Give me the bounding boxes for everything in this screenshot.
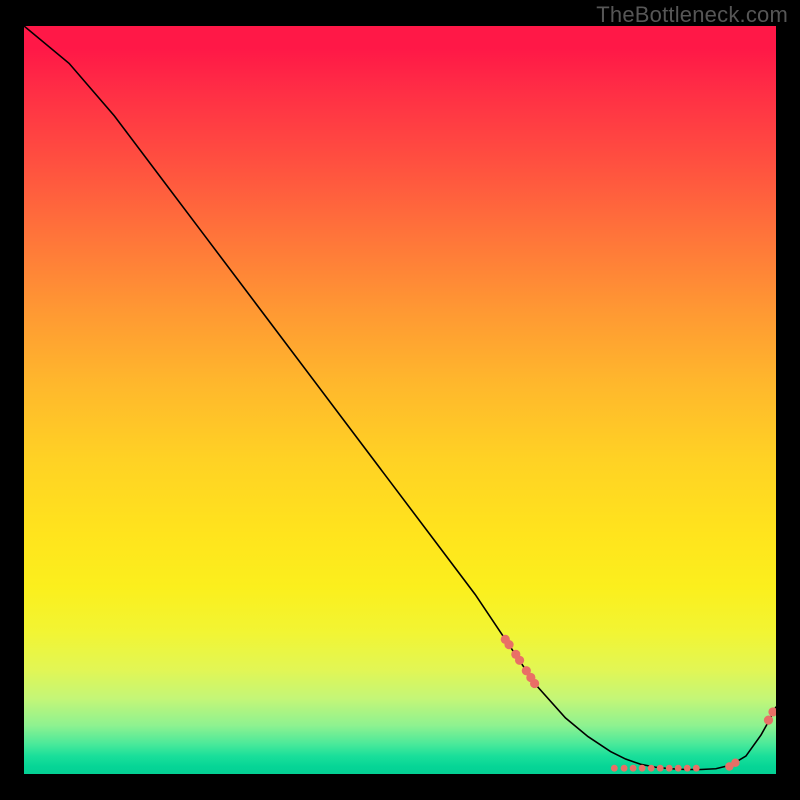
- data-dots: [501, 635, 776, 772]
- data-dot: [764, 716, 773, 725]
- data-dot: [515, 656, 524, 665]
- curve-group: [24, 26, 776, 772]
- data-dot: [657, 765, 664, 772]
- data-dot: [693, 765, 700, 772]
- data-dot: [666, 765, 673, 772]
- data-dot: [648, 765, 655, 772]
- data-dot: [530, 679, 539, 688]
- data-dot: [611, 765, 618, 772]
- chart-frame: TheBottleneck.com: [0, 0, 800, 800]
- data-dot: [684, 765, 691, 772]
- data-dot: [768, 707, 776, 716]
- data-dot: [675, 765, 682, 772]
- data-dot: [639, 765, 646, 772]
- curve-line: [24, 26, 776, 770]
- line-plot-svg: [24, 26, 776, 774]
- data-dot: [630, 765, 637, 772]
- data-dot: [621, 765, 628, 772]
- watermark-text: TheBottleneck.com: [596, 2, 788, 28]
- data-dot: [731, 759, 739, 767]
- data-dot: [504, 640, 513, 649]
